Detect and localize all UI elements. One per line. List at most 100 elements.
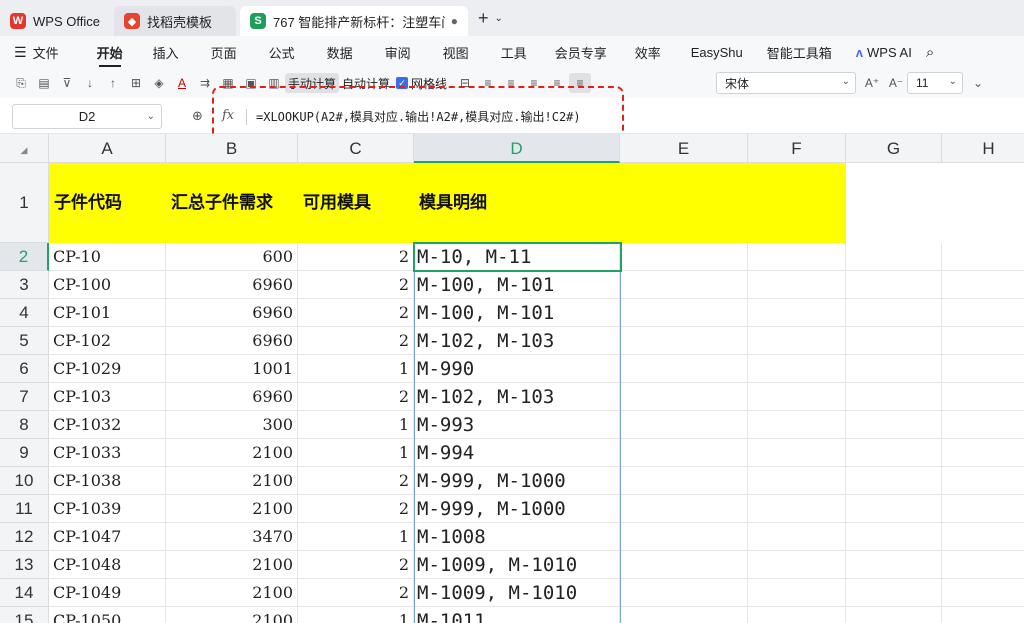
cell-available-molds[interactable]: 1	[298, 355, 414, 383]
filter-icon[interactable]: ⊽	[56, 73, 78, 93]
empty-cell[interactable]	[748, 579, 846, 607]
empty-cell[interactable]	[942, 523, 1024, 551]
cell-available-molds[interactable]: 1	[298, 411, 414, 439]
empty-cell[interactable]	[846, 411, 942, 439]
cell-available-molds[interactable]: 2	[298, 383, 414, 411]
cell-available-molds[interactable]: 2	[298, 299, 414, 327]
cell-mold-detail[interactable]: M-999, M-1000	[414, 495, 620, 523]
tab-current-workbook[interactable]: S 767 智能排产新标杆：注塑车间全 ●	[240, 6, 468, 36]
header-cell-c1[interactable]: 可用模具	[298, 163, 414, 243]
cell-part-code[interactable]: CP-1049	[49, 579, 166, 607]
cell-part-code[interactable]: CP-10	[49, 243, 166, 271]
menu-tab-data[interactable]: 数据	[327, 43, 353, 62]
empty-cell[interactable]	[846, 579, 942, 607]
cell-mold-detail[interactable]: M-1011	[414, 607, 620, 623]
row-header[interactable]: 5	[0, 327, 49, 355]
font-color-icon[interactable]: A	[171, 73, 193, 93]
empty-cell[interactable]	[942, 467, 1024, 495]
cell-demand[interactable]: 2100	[166, 579, 298, 607]
cell-part-code[interactable]: CP-1029	[49, 355, 166, 383]
cell-available-molds[interactable]: 1	[298, 523, 414, 551]
menu-tab-view[interactable]: 视图	[443, 43, 469, 62]
row-header[interactable]: 8	[0, 411, 49, 439]
menu-tab-review[interactable]: 审阅	[385, 43, 411, 62]
cell-part-code[interactable]: CP-1032	[49, 411, 166, 439]
empty-cell[interactable]	[620, 271, 748, 299]
empty-cell[interactable]	[846, 383, 942, 411]
row-header[interactable]: 15	[0, 607, 49, 623]
sort-descending-icon[interactable]: ↑	[102, 73, 124, 93]
select-all-corner[interactable]: ◢	[0, 134, 49, 163]
menu-tab-smart-toolbox[interactable]: 智能工具箱	[767, 43, 832, 62]
menu-tab-tools[interactable]: 工具	[501, 43, 527, 62]
cell-available-molds[interactable]: 2	[298, 271, 414, 299]
cell-mold-detail[interactable]: M-102, M-103	[414, 383, 620, 411]
row-header[interactable]: 13	[0, 551, 49, 579]
cell-mold-detail[interactable]: M-102, M-103	[414, 327, 620, 355]
font-size-select[interactable]: 11 ⌄	[907, 72, 963, 94]
cell-mold-detail[interactable]: M-999, M-1000	[414, 467, 620, 495]
empty-cell[interactable]	[846, 551, 942, 579]
empty-cell[interactable]	[748, 467, 846, 495]
empty-cell[interactable]	[620, 607, 748, 623]
empty-cell[interactable]	[846, 243, 942, 271]
menu-tab-member[interactable]: 会员专享	[555, 43, 607, 62]
chevron-down-icon[interactable]: ⌄	[495, 13, 503, 24]
tab-docer-templates[interactable]: ◆ 找稻壳模板	[114, 6, 236, 36]
cell-mold-detail[interactable]: M-1009, M-1010	[414, 579, 620, 607]
column-header-h[interactable]: H	[942, 134, 1024, 163]
empty-cell[interactable]	[620, 495, 748, 523]
cell-mold-detail[interactable]: M-990	[414, 355, 620, 383]
row-header[interactable]: 11	[0, 495, 49, 523]
empty-cell[interactable]	[942, 439, 1024, 467]
zoom-icon[interactable]: ⊕	[192, 108, 203, 124]
cell-available-molds[interactable]: 2	[298, 551, 414, 579]
empty-cell[interactable]	[748, 243, 846, 271]
search-icon[interactable]: ⌕	[926, 44, 934, 61]
column-header-g[interactable]: G	[846, 134, 942, 163]
empty-cell[interactable]	[620, 579, 748, 607]
column-header-a[interactable]: A	[49, 134, 166, 163]
decrease-font-icon[interactable]: A⁻	[885, 73, 907, 93]
empty-cell[interactable]	[748, 495, 846, 523]
font-name-select[interactable]: 宋体 ⌄	[716, 72, 856, 94]
cell-part-code[interactable]: CP-1050	[49, 607, 166, 623]
column-header-b[interactable]: B	[166, 134, 298, 163]
menu-tab-page[interactable]: 页面	[211, 43, 237, 62]
empty-cell[interactable]	[620, 411, 748, 439]
menu-tab-efficiency[interactable]: 效率	[635, 43, 661, 62]
row-header[interactable]: 6	[0, 355, 49, 383]
row-header[interactable]: 2	[0, 243, 49, 271]
row-header-1[interactable]: 1	[0, 163, 49, 243]
empty-cell[interactable]	[942, 271, 1024, 299]
cell-part-code[interactable]: CP-100	[49, 271, 166, 299]
row-header[interactable]: 9	[0, 439, 49, 467]
cell-available-molds[interactable]: 1	[298, 607, 414, 623]
empty-cell[interactable]	[942, 495, 1024, 523]
clipboard-icon[interactable]: ▤	[33, 73, 55, 93]
menu-tab-formula[interactable]: 公式	[269, 43, 295, 62]
cell-mold-detail[interactable]: M-994	[414, 439, 620, 467]
cell-available-molds[interactable]: 2	[298, 467, 414, 495]
empty-cell[interactable]	[748, 439, 846, 467]
empty-cell[interactable]	[942, 579, 1024, 607]
empty-cell[interactable]	[846, 523, 942, 551]
header-cell-a1[interactable]: 子件代码	[49, 163, 166, 243]
row-header[interactable]: 10	[0, 467, 49, 495]
row-header[interactable]: 7	[0, 383, 49, 411]
cell-part-code[interactable]: CP-103	[49, 383, 166, 411]
column-header-f[interactable]: F	[748, 134, 846, 163]
empty-cell[interactable]	[620, 243, 748, 271]
cell-demand[interactable]: 2100	[166, 551, 298, 579]
cell-mold-detail[interactable]: M-993	[414, 411, 620, 439]
cell-available-molds[interactable]: 2	[298, 495, 414, 523]
empty-cell[interactable]	[748, 411, 846, 439]
new-tab-plus-icon[interactable]: +	[478, 8, 489, 29]
cell-demand[interactable]: 2100	[166, 439, 298, 467]
fill-color-icon[interactable]: ◈	[148, 73, 170, 93]
empty-cell[interactable]	[846, 467, 942, 495]
cell-mold-detail[interactable]: M-100, M-101	[414, 299, 620, 327]
empty-cell[interactable]	[846, 439, 942, 467]
empty-cell[interactable]	[748, 271, 846, 299]
row-header[interactable]: 12	[0, 523, 49, 551]
